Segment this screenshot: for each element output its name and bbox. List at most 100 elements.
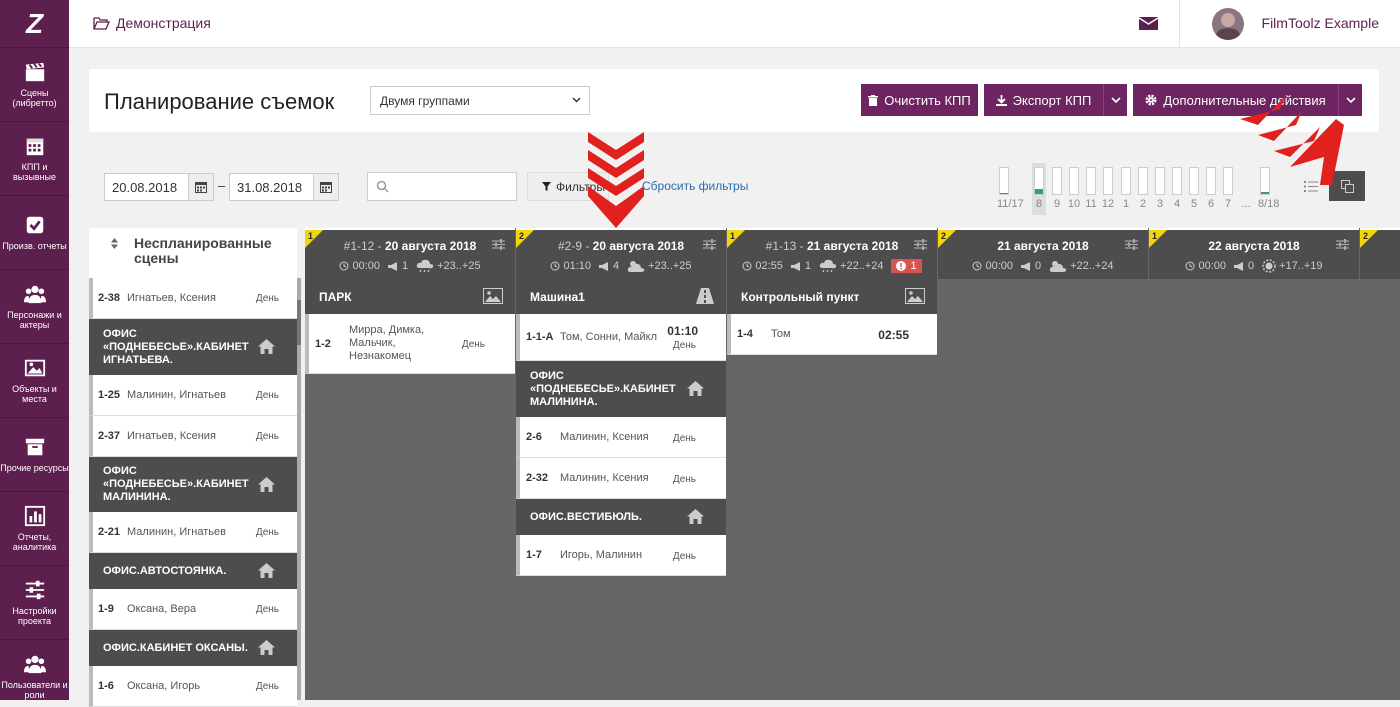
- clear-kpp-button[interactable]: Очистить КПП: [861, 84, 978, 116]
- day-header[interactable]: 2 #2-9 - 20 августа 2018 01:10 4 +23..+2…: [516, 228, 726, 279]
- sidebar-item-reports[interactable]: Произв. отчеты: [0, 196, 69, 270]
- alert-icon: [896, 261, 906, 271]
- list-item[interactable]: 1-25 Малинин, Игнатьев День: [89, 375, 297, 416]
- sliders-icon[interactable]: [492, 239, 505, 250]
- sliders-icon[interactable]: [1125, 239, 1138, 250]
- day-load-indicator[interactable]: 3: [1153, 167, 1167, 210]
- date-to-input[interactable]: 31.08.2018: [229, 173, 339, 201]
- day-stats: 00:00 0 +22..+24: [938, 259, 1148, 273]
- unplanned-title-line2: сцены: [134, 251, 297, 266]
- chevron-down-arrow-icon: [588, 130, 644, 230]
- list-item[interactable]: 2-21 Малинин, Игнатьев День: [89, 512, 297, 553]
- scene-card[interactable]: 1-4 Том 02:55: [727, 314, 937, 355]
- sidebar-item-users[interactable]: Пользователи и роли: [0, 640, 69, 700]
- day-load-indicator[interactable]: 10: [1067, 167, 1081, 210]
- list-item[interactable]: 1-9 Оксана, Вера День: [89, 589, 297, 630]
- date-from-input[interactable]: 20.08.2018: [104, 173, 214, 201]
- breadcrumb[interactable]: Демонстрация: [93, 15, 211, 31]
- folder-open-icon: [93, 16, 110, 30]
- sliders-icon[interactable]: [1336, 239, 1349, 250]
- road-icon: [696, 288, 714, 304]
- image-icon: [905, 288, 925, 304]
- location-name: ОФИС «ПОДНЕБЕСЬЕ».КАБИНЕТ ИГНАТЬЕВА.: [103, 328, 252, 367]
- calendar-icon[interactable]: [188, 174, 213, 200]
- day-load-bar: [999, 167, 1009, 195]
- list-item[interactable]: 2-38 Игнатьев, Ксения День: [89, 278, 297, 319]
- day-title: 21 августа 2018: [938, 239, 1148, 253]
- scrollbar-thumb[interactable]: [297, 300, 301, 345]
- day-load-bar: [1155, 167, 1165, 195]
- scene-time-of-day: День: [256, 431, 279, 442]
- calendar-icon[interactable]: [313, 174, 338, 200]
- scene-card[interactable]: 1-7 Игорь, Малинин День: [516, 535, 726, 576]
- day-load-indicator[interactable]: 9: [1050, 167, 1064, 210]
- sort-icon[interactable]: [111, 238, 118, 249]
- day-header[interactable]: 2 21 августа 2018 00:00 0 +22..+24: [938, 228, 1148, 279]
- scene-number: 1-9: [93, 603, 127, 615]
- scene-characters: Игнатьев, Ксения: [127, 430, 251, 442]
- day-flags: 0: [1234, 260, 1254, 272]
- scene-card[interactable]: 2-32 Малинин, Ксения День: [516, 458, 726, 499]
- sidebar-item-scenes[interactable]: Сцены (либретто): [0, 48, 69, 122]
- day-load-indicator[interactable]: 1: [1119, 167, 1133, 210]
- export-kpp-button[interactable]: Экспорт КПП: [984, 84, 1103, 116]
- scene-number: 1-7: [526, 549, 542, 561]
- day-load-indicator[interactable]: 12: [1101, 167, 1115, 210]
- scene-characters: Том: [771, 328, 791, 341]
- day-header[interactable]: 1 #1-13 - 21 августа 2018 02:55 1 +22..+…: [727, 228, 937, 279]
- scene-time-of-day: День: [673, 551, 696, 562]
- day-load-indicator[interactable]: 6: [1204, 167, 1218, 210]
- app-logo[interactable]: Z: [0, 0, 69, 48]
- day-time: 00:00: [985, 260, 1013, 272]
- search-input[interactable]: [367, 172, 517, 201]
- avatar[interactable]: [1212, 8, 1244, 40]
- grouping-select[interactable]: Двумя группами: [370, 86, 590, 115]
- day-load-indicator[interactable]: 11: [1084, 167, 1098, 210]
- day-header[interactable]: 2: [1360, 228, 1400, 279]
- user-name[interactable]: FilmToolz Example: [1262, 15, 1379, 31]
- scene-card[interactable]: 1-1-А Том, Сонни, Майкл 01:10 День: [516, 314, 726, 361]
- day-load-indicator[interactable]: 2: [1136, 167, 1150, 210]
- day-load-bar: [1121, 167, 1131, 195]
- divider: [1179, 0, 1180, 48]
- chevron-down-icon: [572, 97, 581, 103]
- day-load-indicator[interactable]: 7: [1221, 167, 1235, 210]
- day-load-indicator[interactable]: 11/17: [997, 167, 1011, 210]
- day-duration: 00:00: [972, 260, 1013, 272]
- home-icon: [687, 381, 704, 396]
- sidebar-item-resources[interactable]: Прочие ресурсы: [0, 418, 69, 492]
- scene-card[interactable]: 1-2 Мирра, Димка, Мальчик, Незнакомец Де…: [305, 314, 515, 374]
- mail-icon[interactable]: [1139, 15, 1158, 31]
- list-item[interactable]: 1-6 Оксана, Игорь День: [89, 666, 297, 707]
- day-weather: +22..+24: [819, 259, 883, 273]
- page-header: Планирование съемок Двумя группами Очист…: [89, 69, 1379, 132]
- day-load-indicator[interactable]: 5: [1187, 167, 1201, 210]
- day-header[interactable]: 1 22 августа 2018 00:00 0 +17..+19: [1149, 228, 1359, 279]
- sliders-icon[interactable]: [703, 239, 716, 250]
- sidebar-item-objects[interactable]: Объекты и места: [0, 344, 69, 418]
- export-kpp-dropdown[interactable]: [1103, 84, 1127, 116]
- location-name: ОФИС «ПОДНЕБЕСЬЕ».КАБИНЕТ МАЛИНИНА.: [530, 370, 681, 409]
- day-load-bar: [1223, 167, 1233, 195]
- unplanned-title-line1: Неспланированные: [134, 236, 297, 251]
- sidebar-item-characters[interactable]: Персонажи и актеры: [0, 270, 69, 344]
- day-date: 21 августа 2018: [807, 239, 898, 253]
- reset-filters-link[interactable]: Сбросить фильтры: [642, 179, 748, 193]
- list-item[interactable]: 2-37 Игнатьев, Ксения День: [89, 416, 297, 457]
- day-load-indicator[interactable]: 4: [1170, 167, 1184, 210]
- warning-badge[interactable]: 1: [891, 259, 921, 273]
- cloud-rain-icon: [416, 259, 434, 273]
- sidebar-item-settings[interactable]: Настройки проекта: [0, 566, 69, 640]
- day-load-indicator[interactable]: 8: [1032, 163, 1046, 215]
- day-header[interactable]: 1 #1-12 - 20 августа 2018 00:00 1 +23..+…: [305, 228, 515, 279]
- day-flags: 1: [388, 260, 408, 272]
- sidebar-item-analytics[interactable]: Отчеты, аналитика: [0, 492, 69, 566]
- day-load-fill: [1000, 193, 1008, 194]
- sliders-icon[interactable]: [914, 239, 927, 250]
- day-flags: 4: [599, 260, 619, 272]
- scene-card[interactable]: 2-6 Малинин, Ксения День: [516, 417, 726, 458]
- day-flag-count: 4: [613, 260, 619, 272]
- unplanned-header[interactable]: Неспланированные сцены: [89, 228, 297, 280]
- sidebar-item-kpp[interactable]: КПП и вызывные: [0, 122, 69, 196]
- unplanned-scrollbar[interactable]: [297, 278, 301, 700]
